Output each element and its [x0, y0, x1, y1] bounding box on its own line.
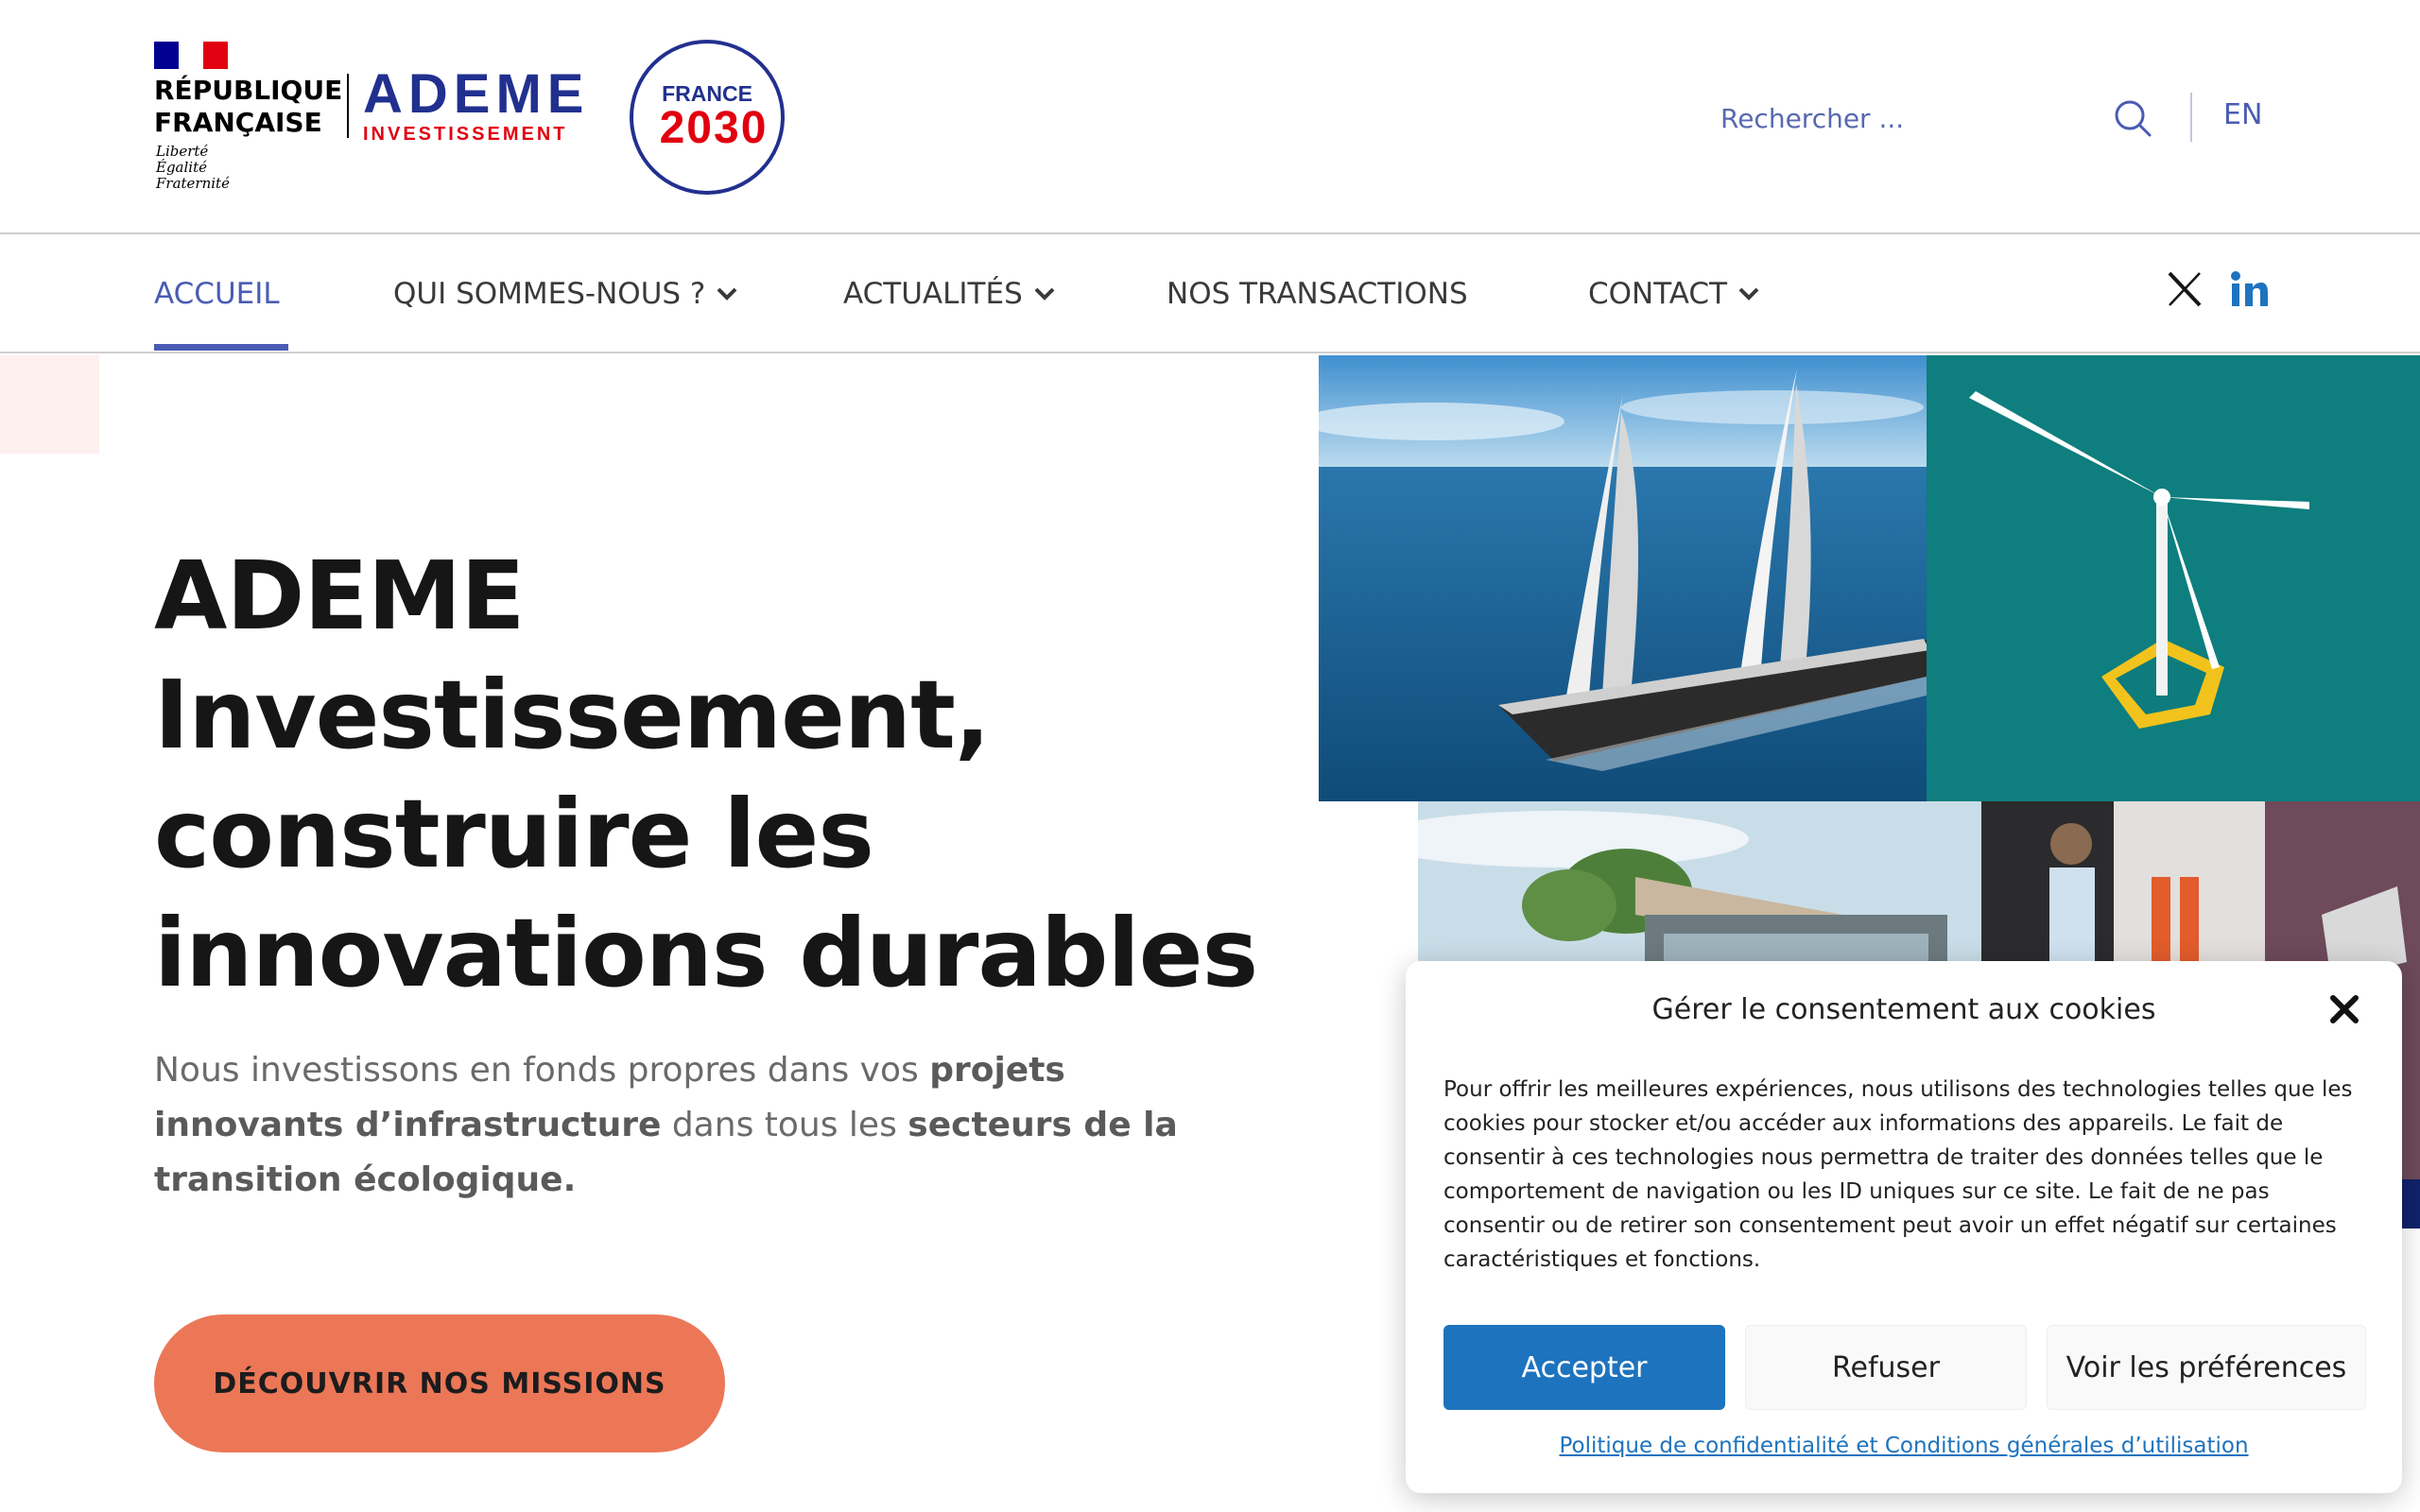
cookie-consent-dialog: Gérer le consentement aux cookies Pour o… — [1406, 961, 2402, 1493]
marianne-flag-icon — [154, 42, 228, 69]
nav-active-indicator — [154, 344, 288, 351]
search-icon[interactable] — [2112, 97, 2153, 139]
hero-text-part: Nous investissons en fonds propres dans … — [154, 1051, 930, 1090]
discover-missions-button[interactable]: DÉCOUVRIR NOS MISSIONS — [154, 1314, 725, 1452]
nav-item-qui-sommes-nous[interactable]: QUI SOMMES-NOUS ? — [393, 236, 737, 352]
main-nav: ACCUEIL QUI SOMMES-NOUS ? ACTUALITÉS NOS… — [0, 236, 2420, 353]
republique-francaise-label: RÉPUBLIQUE FRANÇAISE — [154, 75, 343, 138]
close-icon[interactable] — [2328, 993, 2360, 1025]
chevron-down-icon — [1738, 287, 1759, 301]
hero-title: ADEME Investissement, construire les inn… — [154, 541, 1258, 1008]
header-divider — [2190, 93, 2192, 142]
cookie-dialog-text: Pour offrir les meilleures expériences, … — [1443, 1077, 2353, 1272]
decorative-square — [0, 355, 99, 454]
x-icon[interactable] — [2167, 270, 2203, 308]
brand-name: ADEME — [363, 63, 590, 125]
privacy-policy-link[interactable]: Politique de confidentialité et Conditio… — [1559, 1434, 2248, 1458]
nav-item-label: ACTUALITÉS — [843, 277, 1023, 311]
nav-item-label: ACCUEIL — [154, 277, 280, 311]
nav-item-actualites[interactable]: ACTUALITÉS — [843, 236, 1055, 352]
search-box — [1720, 90, 2155, 146]
nav-item-nos-transactions[interactable]: NOS TRANSACTIONS — [1167, 236, 1468, 352]
floating-wind-turbine-image — [1927, 355, 2420, 801]
logo-divider — [347, 74, 349, 138]
view-preferences-button[interactable]: Voir les préférences — [2047, 1325, 2366, 1410]
cookie-dialog-title: Gérer le consentement aux cookies — [1651, 993, 2156, 1026]
france-2030-logo[interactable]: FRANCE 2030 — [630, 40, 785, 195]
nav-item-contact[interactable]: CONTACT — [1588, 236, 1759, 352]
nav-item-accueil[interactable]: ACCUEIL — [154, 236, 280, 352]
search-input[interactable] — [1720, 90, 2080, 146]
privacy-policy-container: Politique de confidentialité et Conditio… — [1406, 1434, 2402, 1458]
refuse-cookies-button[interactable]: Refuser — [1745, 1325, 2027, 1410]
chevron-down-icon — [717, 287, 737, 301]
republic-motto: Liberté Égalité Fraternité — [156, 143, 230, 192]
chevron-down-icon — [1034, 287, 1055, 301]
accept-cookies-button[interactable]: Accepter — [1443, 1325, 1725, 1410]
ademe-investissement-logo[interactable]: ADEME INVESTISSEMENT — [363, 63, 590, 151]
hero-text-part: dans tous les — [661, 1106, 908, 1144]
brand-subtitle: INVESTISSEMENT — [363, 124, 568, 145]
nav-item-label: QUI SOMMES-NOUS ? — [393, 277, 706, 311]
language-switch[interactable]: EN — [2223, 98, 2262, 131]
republique-francaise-logo[interactable]: RÉPUBLIQUE FRANÇAISE Liberté Égalité Fra… — [154, 42, 343, 202]
nav-item-label: CONTACT — [1588, 277, 1728, 311]
france-2030-year: 2030 — [659, 103, 769, 153]
sailing-cargo-ship-image — [1319, 355, 1927, 801]
hero-description: Nous investissons en fonds propres dans … — [154, 1043, 1222, 1208]
site-header: RÉPUBLIQUE FRANÇAISE Liberté Égalité Fra… — [0, 0, 2420, 234]
linkedin-icon[interactable] — [2229, 270, 2269, 308]
nav-item-label: NOS TRANSACTIONS — [1167, 277, 1468, 311]
